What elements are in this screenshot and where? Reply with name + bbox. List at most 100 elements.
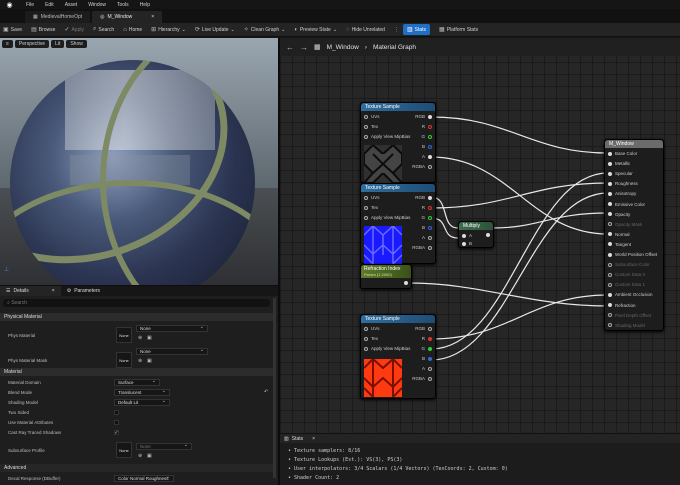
texture-sample-node-2[interactable]: Texture Sample UVs Tex Apply View MipBia…	[360, 183, 436, 264]
output-pin-pixel-depth-offset[interactable]: Pixel Depth Offset	[608, 313, 651, 318]
close-icon[interactable]: ×	[312, 436, 315, 442]
browse-icon[interactable]: ⊕	[138, 335, 142, 341]
pin-uvs[interactable]: UVs	[364, 326, 380, 331]
unreal-logo-icon[interactable]: ◉	[5, 0, 14, 9]
section-advanced[interactable]: Advanced	[0, 464, 273, 472]
folder-icon[interactable]: ▣	[147, 335, 152, 341]
phys-material-mask-thumbnail[interactable]: None	[116, 352, 132, 368]
pin-b[interactable]: B	[422, 356, 432, 361]
search-button[interactable]: ⌕ Search	[93, 26, 114, 33]
tab-m-window[interactable]: ◎ M_Window ×	[92, 11, 163, 23]
section-physical-material[interactable]: Physical Material	[0, 313, 273, 321]
pin-rgb[interactable]: RGB	[415, 195, 432, 200]
pin-apply-view-mipbias[interactable]: Apply View MipBias	[364, 346, 410, 351]
subsurface-thumbnail[interactable]: None	[116, 442, 132, 458]
tab-parameters[interactable]: ⚙ Parameters	[61, 286, 106, 296]
pin-rgba[interactable]: RGBA	[412, 164, 432, 169]
back-arrow-icon[interactable]: ←	[286, 43, 294, 52]
platform-stats-button[interactable]: ▦ Platform Stats	[439, 26, 478, 34]
pin-a[interactable]: A	[422, 235, 432, 240]
pin-r[interactable]: R	[422, 205, 432, 210]
reset-icon[interactable]: ↶	[264, 389, 268, 395]
pin-apply-view-mipbias[interactable]: Apply View MipBias	[364, 134, 410, 139]
folder-icon[interactable]: ▣	[147, 453, 152, 459]
details-search-input[interactable]: ⌕ Search	[3, 299, 270, 307]
pin-tex[interactable]: Tex	[364, 336, 378, 341]
pin-r[interactable]: R	[422, 336, 432, 341]
menu-window[interactable]: Window	[88, 2, 106, 8]
tab-medievalhomeopt[interactable]: ▦ MedievalHomeOpt	[25, 11, 91, 23]
stats-button[interactable]: ▥ Stats	[402, 24, 431, 35]
folder-icon[interactable]: ▣	[147, 358, 152, 364]
clean-graph-button[interactable]: ✧ Clean Graph ⌄	[244, 26, 286, 34]
output-pin-ambient-occlusion[interactable]: Ambient Occlusion	[608, 292, 653, 297]
phys-material-mask-dropdown[interactable]: None	[136, 347, 208, 355]
output-pin-specular[interactable]: Specular	[608, 171, 633, 176]
output-pin-world-position-offset[interactable]: World Position Offset	[608, 252, 657, 257]
pin-rgb[interactable]: RGB	[415, 114, 432, 119]
close-icon[interactable]: ×	[52, 288, 55, 294]
output-pin-refraction[interactable]: Refraction	[608, 303, 636, 308]
two-sided-checkbox[interactable]	[114, 410, 119, 415]
home-button[interactable]: ⌂ Home	[123, 27, 142, 33]
output-pin-tangent[interactable]: Tangent	[608, 242, 631, 247]
section-material[interactable]: Material	[0, 368, 273, 376]
pin-b[interactable]: B	[422, 144, 432, 149]
hide-unrelated-button[interactable]: ◌ Hide Unrelated	[346, 27, 385, 33]
pin-b[interactable]: B	[422, 225, 432, 230]
pin-tex[interactable]: Tex	[364, 124, 378, 129]
pin-rgb[interactable]: RGB	[415, 326, 432, 331]
output-pin-shading-model[interactable]: Shading Model	[608, 323, 645, 328]
cast-ray-traced-shadows-checkbox[interactable]: ✓	[114, 430, 119, 436]
pin-g[interactable]: G	[421, 346, 432, 351]
output-pin-base-color[interactable]: Base Color	[608, 151, 637, 156]
menu-file[interactable]: File	[26, 2, 34, 8]
save-button[interactable]: ▣ Save	[3, 26, 22, 34]
pin-rgba[interactable]: RGBA	[412, 245, 432, 250]
output-pin-subsurface-color[interactable]: Subsurface Color	[608, 262, 650, 267]
pin-r[interactable]: R	[422, 124, 432, 129]
menu-tools[interactable]: Tools	[117, 2, 129, 8]
pin-rgba[interactable]: RGBA	[412, 376, 432, 381]
show-button[interactable]: Show	[66, 40, 87, 48]
preview-state-button[interactable]: ◐ Preview State ⌄	[294, 27, 337, 33]
pin-a[interactable]: A	[462, 233, 472, 238]
pin-uvs[interactable]: UVs	[364, 195, 380, 200]
pin-b[interactable]: B	[462, 241, 472, 246]
menu-help[interactable]: Help	[140, 2, 150, 8]
hierarchy-button[interactable]: ⊞ Hierarchy ⌄	[151, 26, 186, 34]
pin-g[interactable]: G	[421, 215, 432, 220]
material-graph-canvas[interactable]: Texture Sample UVs Tex Apply View MipBia…	[280, 38, 680, 433]
output-pin-custom-data-0[interactable]: Custom Data 0	[608, 272, 645, 277]
output-pin-normal[interactable]: Normal	[608, 232, 630, 237]
lit-button[interactable]: Lit	[51, 40, 65, 48]
menu-edit[interactable]: Edit	[45, 2, 54, 8]
output-pin-custom-data-1[interactable]: Custom Data 1	[608, 282, 645, 287]
multiply-node[interactable]: Multiply A B	[458, 221, 494, 248]
output-pin-anisotropy[interactable]: Anisotropy	[608, 191, 636, 196]
output-pin-opacity-mask[interactable]: Opacity Mask	[608, 222, 642, 227]
more-options-icon[interactable]: ⋮	[394, 27, 399, 33]
preview-viewport[interactable]: ≡ Perspective Lit Show ⊥	[0, 38, 278, 285]
browse-icon[interactable]: ⊕	[138, 358, 142, 364]
blend-mode-dropdown[interactable]: Translucent	[114, 388, 170, 396]
output-pin-roughness[interactable]: Roughness	[608, 181, 638, 186]
texture-sample-node-3[interactable]: Texture Sample UVs Tex Apply View MipBia…	[360, 314, 436, 399]
pin-uvs[interactable]: UVs	[364, 114, 380, 119]
browse-button[interactable]: ▤ Browse	[31, 26, 55, 34]
output-pin-metallic[interactable]: Metallic	[608, 161, 630, 166]
viewport-menu-button[interactable]: ≡	[2, 40, 13, 48]
close-tab-icon[interactable]: ×	[151, 14, 154, 20]
material-domain-dropdown[interactable]: Surface	[114, 378, 160, 386]
perspective-button[interactable]: Perspective	[14, 40, 50, 48]
menu-asset[interactable]: Asset	[65, 2, 78, 8]
material-output-node[interactable]: M_Window Base Color Metallic Specular Rough…	[604, 139, 664, 331]
tab-details[interactable]: ☰ Details ×	[0, 286, 61, 296]
pin-apply-view-mipbias[interactable]: Apply View MipBias	[364, 215, 410, 220]
texture-sample-node-1[interactable]: Texture Sample UVs Tex Apply View MipBia…	[360, 102, 436, 183]
pin-g[interactable]: G	[421, 134, 432, 139]
pin-output[interactable]	[404, 281, 408, 285]
refraction-index-node[interactable]: Refraction Index Param (1.2000)	[360, 264, 412, 289]
details-scrollbar[interactable]	[273, 298, 276, 478]
breadcrumb-asset[interactable]: M_Window	[327, 44, 359, 51]
